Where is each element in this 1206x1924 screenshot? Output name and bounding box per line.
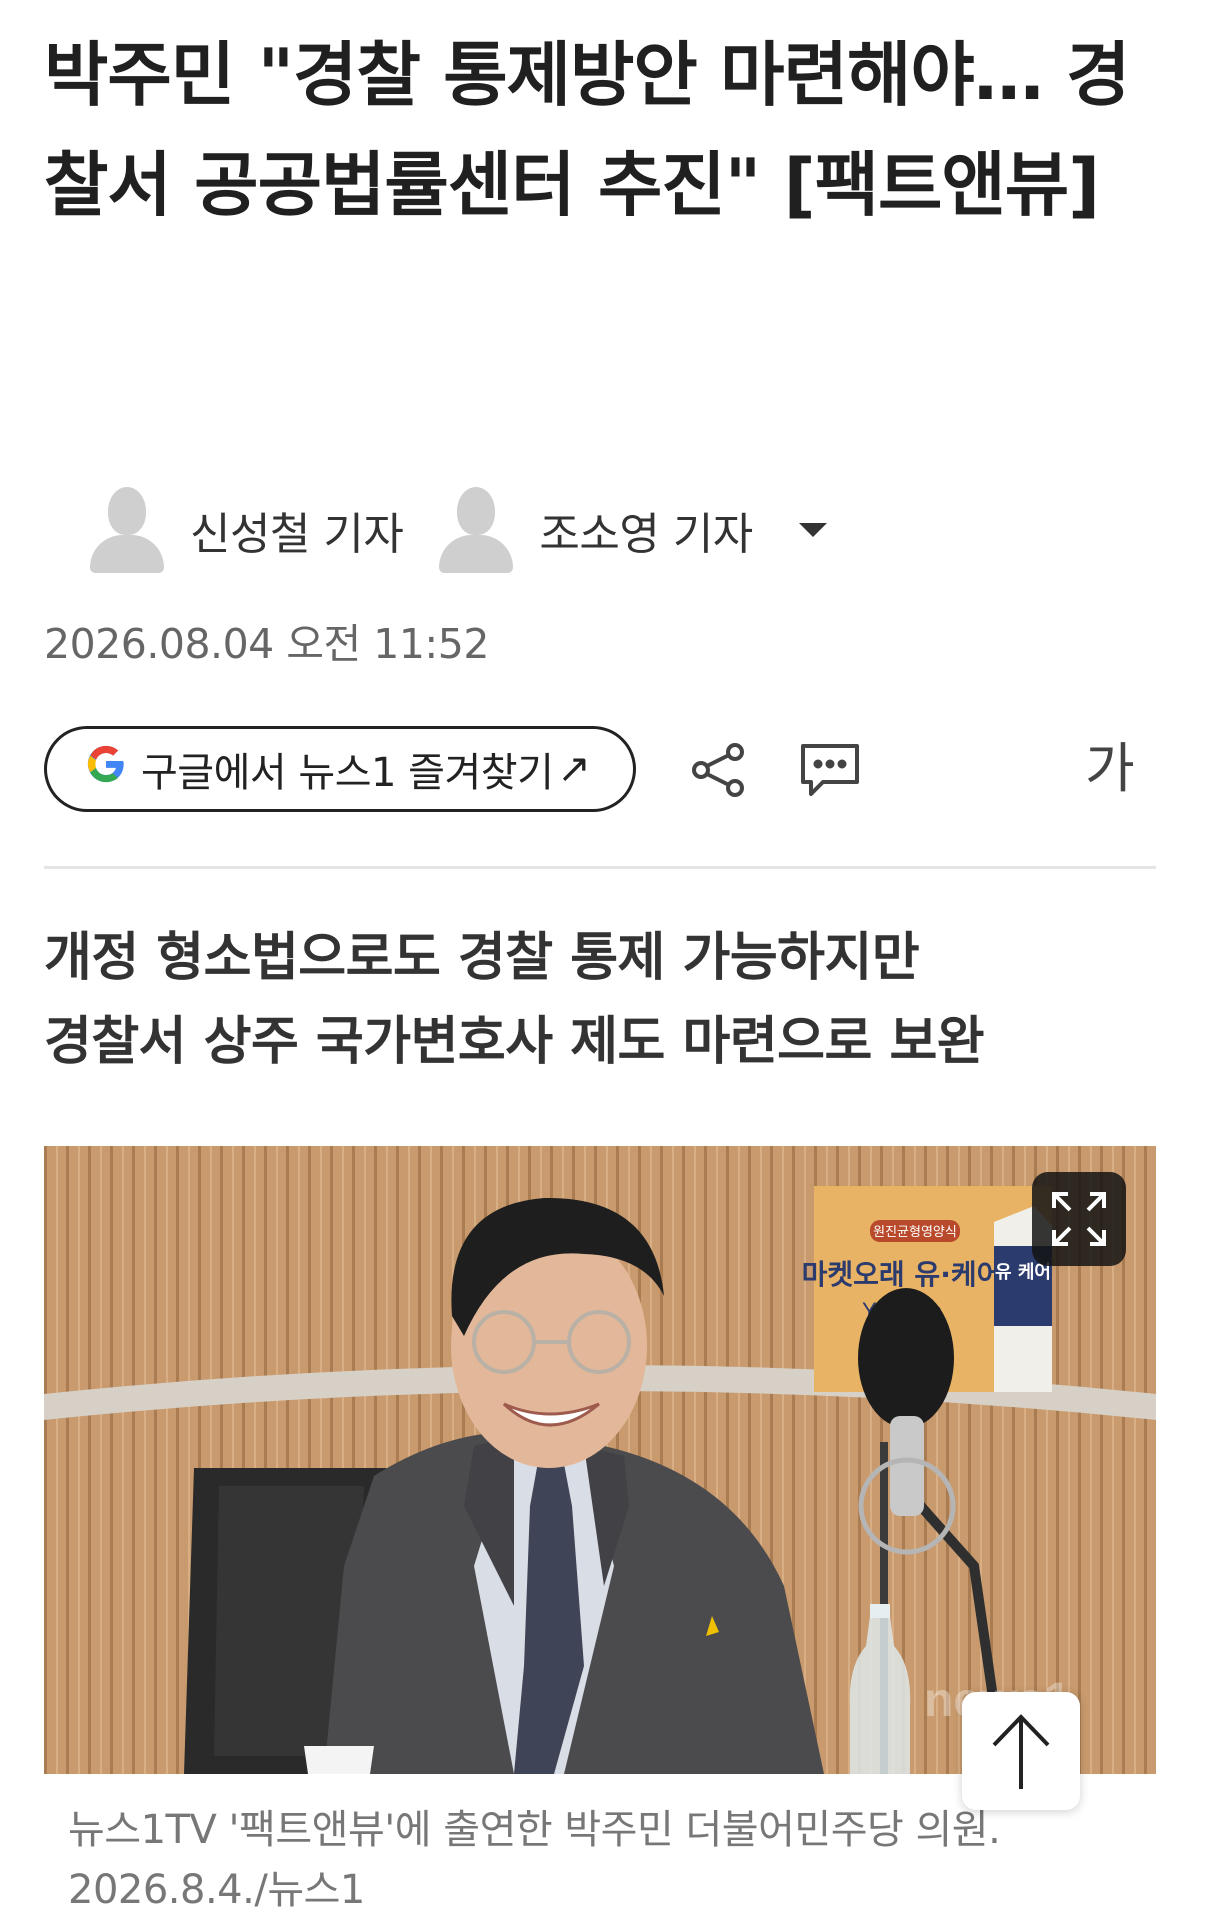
- external-arrow-icon: ↗: [557, 746, 591, 792]
- author-name: 신성철 기자: [190, 509, 404, 560]
- expand-icon: [1052, 1192, 1106, 1246]
- google-favorite-button[interactable]: 구글에서 뉴스1 즐겨찾기 ↗: [44, 726, 636, 812]
- subheadline-line-1: 개정 형소법으로도 경찰 통제 가능하지만: [44, 928, 920, 988]
- article-headline: 박주민 "경찰 통제방안 마련해야… 경찰서 공공법률센터 추진" [팩트앤뷰]: [44, 34, 1131, 226]
- chevron-down-icon[interactable]: [798, 523, 827, 537]
- scroll-top-button[interactable]: [962, 1692, 1080, 1810]
- article-photo: 원진균형영양식 마켓오래 유·케어 Youcare 유 케어: [44, 1146, 1156, 1774]
- share-icon: [692, 743, 744, 797]
- avatar: [439, 487, 514, 573]
- subheadline-line-2: 경찰서 상주 국가변호사 제도 마련으로 보완: [44, 1012, 985, 1072]
- divider: [44, 866, 1156, 869]
- sign-title: 마켓오래 유·케어: [802, 1258, 1003, 1291]
- font-size-button[interactable]: 가: [1085, 724, 1135, 803]
- photo-illustration: 원진균형영양식 마켓오래 유·케어 Youcare 유 케어: [44, 1146, 1156, 1774]
- author-list: 신성철 기자 조소영 기자: [90, 485, 827, 575]
- comment-button[interactable]: [795, 735, 865, 805]
- publish-date: 2026.08.04 오전 11:52: [44, 620, 489, 668]
- author-2[interactable]: 조소영 기자: [439, 487, 753, 573]
- comment-icon: [801, 744, 859, 796]
- sign-badge: 원진균형영양식: [873, 1225, 957, 1240]
- author-1[interactable]: 신성철 기자: [90, 487, 404, 573]
- arrow-up-icon: [992, 1714, 1050, 1789]
- share-button[interactable]: [684, 735, 754, 805]
- photo-caption: 뉴스1TV '팩트앤뷰'에 출연한 박주민 더불어민주당 의원. 2026.8.…: [68, 1807, 1001, 1913]
- google-button-label: 구글에서 뉴스1 즐겨찾기: [141, 750, 554, 796]
- author-name: 조소영 기자: [539, 509, 753, 560]
- article-subheadline: 개정 형소법으로도 경찰 통제 가능하지만 경찰서 상주 국가변호사 제도 마련…: [44, 916, 985, 1084]
- avatar: [90, 487, 164, 573]
- expand-button[interactable]: [1032, 1172, 1126, 1266]
- google-icon: [85, 742, 127, 796]
